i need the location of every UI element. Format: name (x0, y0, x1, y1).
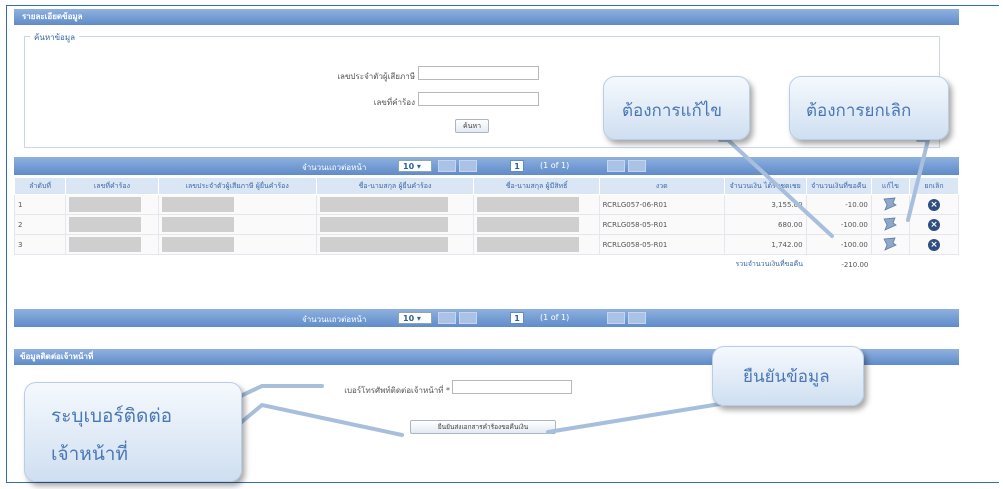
callout-cancel-text: ต้องการยกเลิก (806, 101, 912, 121)
callout-cancel: ต้องการยกเลิก (789, 76, 949, 140)
callout-confirm-text: ยืนยันข้อมูล (743, 367, 830, 387)
callout-edit-text: ต้องการแก้ไข (622, 101, 722, 121)
callout-phone-line2: เจ้าหน้าที่ (51, 443, 129, 465)
callout-confirm: ยืนยันข้อมูล (712, 346, 864, 406)
callout-phone: ระบุเบอร์ติดต่อ เจ้าหน้าที่ (24, 382, 242, 482)
callout-phone-line1: ระบุเบอร์ติดต่อ (51, 405, 173, 427)
callout-edit: ต้องการแก้ไข (603, 76, 750, 140)
